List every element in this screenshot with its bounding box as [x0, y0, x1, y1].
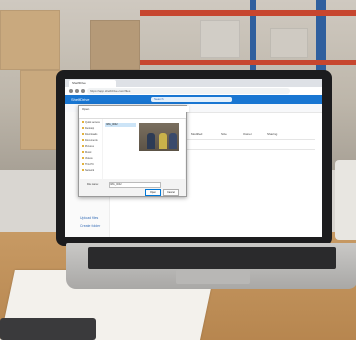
url-field[interactable]: https://app.shelfdrive.com/files	[87, 88, 290, 94]
cardboard-box	[90, 20, 140, 70]
cancel-button[interactable]: Cancel	[163, 189, 179, 196]
filename-input[interactable]: IMG_0042	[109, 182, 161, 188]
dialog-folder-tree: Quick access Desktop Downloads Documents…	[80, 119, 102, 179]
col-owner[interactable]: Owner	[243, 132, 252, 136]
dialog-footer: File name: IMG_0042 Open Cancel	[79, 180, 186, 196]
open-button[interactable]: Open	[145, 189, 161, 196]
tree-item[interactable]: This PC	[82, 163, 100, 166]
divider	[165, 139, 315, 140]
tree-item[interactable]: Desktop	[82, 127, 100, 130]
laptop-touchpad	[176, 270, 250, 284]
stored-item	[270, 28, 308, 58]
laptop-keyboard	[88, 247, 336, 269]
tree-item[interactable]: Network	[82, 169, 100, 172]
upload-files-link[interactable]: Upload files	[80, 216, 98, 220]
app-name: ShelfDrive	[71, 97, 90, 102]
person-figure	[169, 133, 177, 149]
rack-beam	[140, 10, 356, 16]
folder-icon	[82, 133, 84, 136]
back-icon[interactable]	[69, 89, 73, 93]
dialog-nav-bar	[79, 112, 186, 119]
file-open-dialog: Open Quick access Desktop Downloads Docu…	[78, 105, 189, 197]
person-figure	[147, 133, 155, 149]
tree-item[interactable]: Documents	[82, 139, 100, 142]
rack-beam	[140, 60, 356, 65]
divider	[165, 149, 315, 150]
create-folder-link[interactable]: Create folder	[80, 224, 100, 228]
calculator	[0, 318, 96, 340]
folder-icon	[82, 127, 84, 130]
folder-icon	[82, 157, 84, 160]
tree-item[interactable]: Downloads	[82, 133, 100, 136]
folder-icon	[82, 151, 84, 154]
app-header: ShelfDrive Search	[65, 95, 322, 104]
stored-item	[200, 20, 240, 58]
folder-icon	[82, 139, 84, 142]
folder-icon	[82, 121, 84, 124]
reload-icon[interactable]	[81, 89, 85, 93]
mug	[335, 160, 356, 240]
tree-item[interactable]: Videos	[82, 157, 100, 160]
photo-scene: ShelfDrive https://app.shelfdrive.com/fi…	[0, 0, 356, 340]
filename-label: File name:	[87, 183, 99, 186]
person-figure	[159, 133, 167, 149]
laptop-screen: ShelfDrive https://app.shelfdrive.com/fi…	[65, 79, 322, 237]
col-modified[interactable]: Modified	[191, 132, 202, 136]
app-search-input[interactable]: Search	[151, 97, 232, 102]
dialog-file-list: IMG_0042	[103, 119, 185, 179]
file-grid-header: Name Modified Size Owner Sharing	[165, 132, 315, 138]
network-icon	[82, 169, 84, 172]
forward-icon[interactable]	[75, 89, 79, 93]
computer-icon	[82, 163, 84, 166]
tree-item[interactable]: Quick access	[82, 121, 100, 124]
folder-icon	[82, 145, 84, 148]
image-preview	[139, 123, 179, 151]
browser-tabbar: ShelfDrive	[65, 79, 322, 87]
col-sharing[interactable]: Sharing	[267, 132, 277, 136]
tree-item[interactable]: Music	[82, 151, 100, 154]
tree-item[interactable]: Pictures	[82, 145, 100, 148]
cardboard-box	[0, 10, 60, 70]
col-size[interactable]: Size	[221, 132, 227, 136]
browser-tab[interactable]: ShelfDrive	[69, 80, 116, 87]
selected-file[interactable]: IMG_0042	[105, 123, 136, 127]
